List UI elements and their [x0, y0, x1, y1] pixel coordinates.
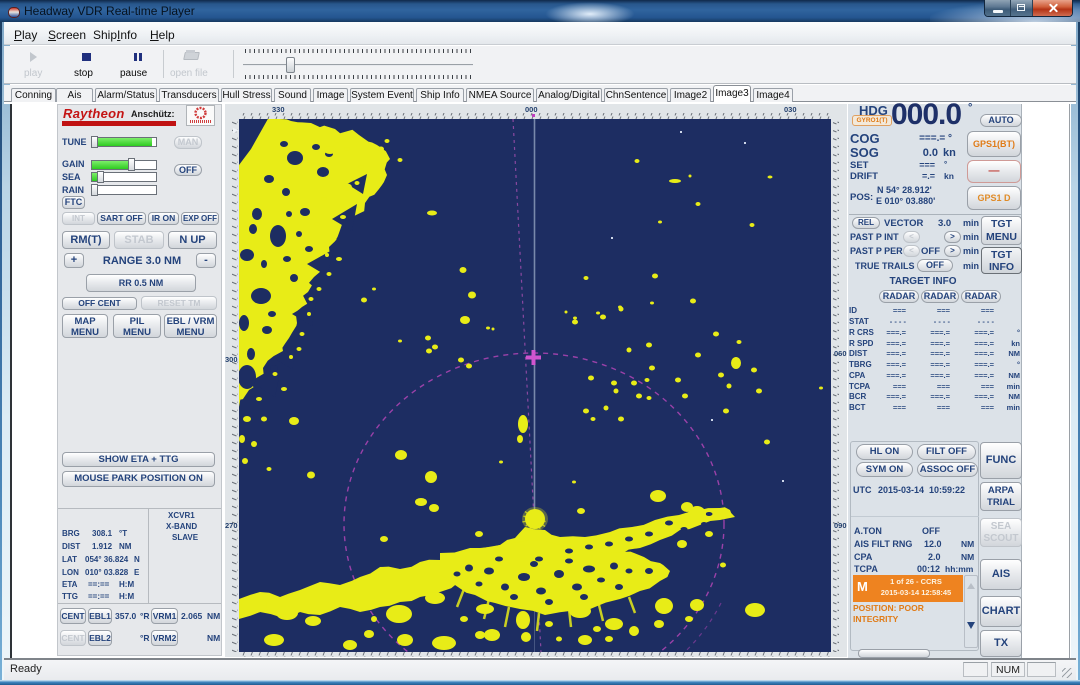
svg-text:060: 060 [834, 349, 847, 358]
svg-text:090: 090 [834, 521, 847, 530]
svg-text:270: 270 [225, 521, 238, 530]
svg-text:030: 030 [784, 105, 797, 114]
svg-text:300: 300 [225, 355, 238, 364]
svg-text:000: 000 [525, 105, 538, 114]
svg-text:330: 330 [272, 105, 285, 114]
